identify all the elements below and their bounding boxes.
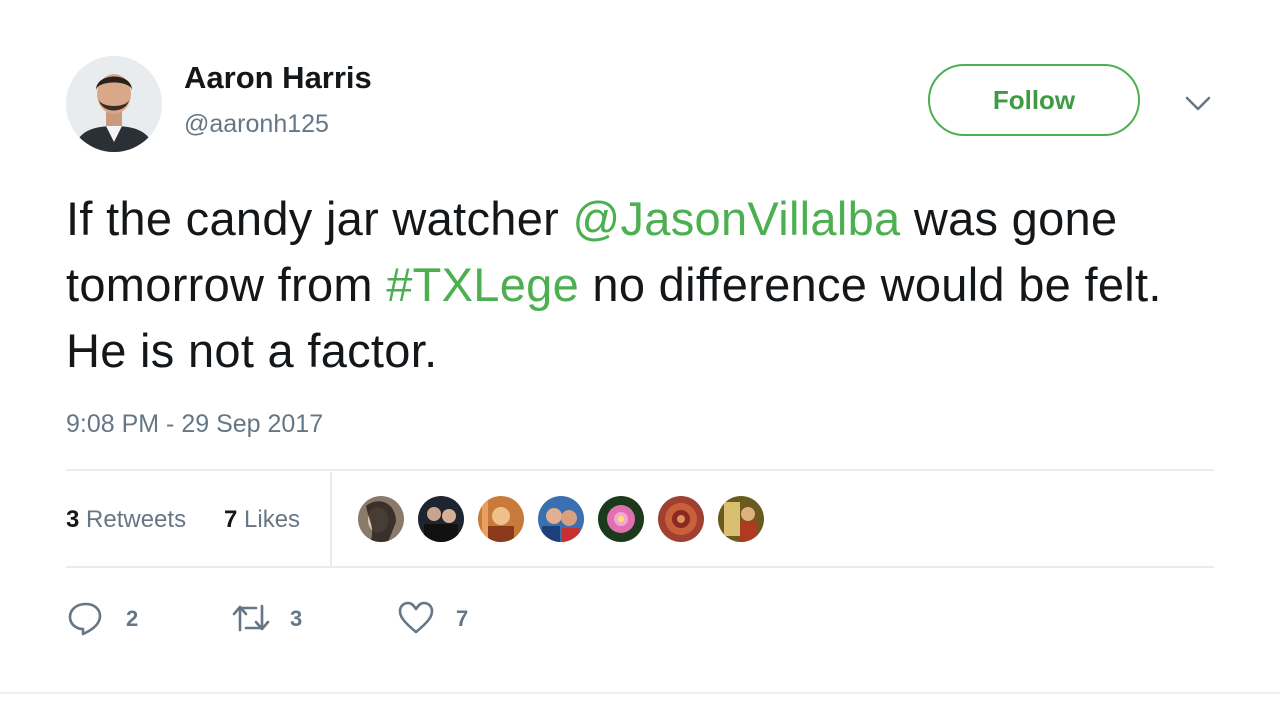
reply-count: 2 xyxy=(126,606,139,631)
tweet-text-segment: If the candy jar watcher xyxy=(66,192,573,245)
tweet-text: If the candy jar watcher @JasonVillalba … xyxy=(66,186,1226,384)
retweets-stat[interactable]: 3 Retweets xyxy=(66,506,186,534)
liker-avatar[interactable] xyxy=(656,494,706,544)
like-count: 7 xyxy=(456,606,469,631)
author-name[interactable]: Aaron Harris xyxy=(184,60,372,96)
reply-icon xyxy=(68,602,102,636)
heart-icon xyxy=(398,601,434,634)
liker-avatar[interactable] xyxy=(596,494,646,544)
hashtag-link[interactable]: #TXLege xyxy=(386,258,579,311)
liker-avatar[interactable] xyxy=(356,494,406,544)
tweet-timestamp[interactable]: 9:08 PM - 29 Sep 2017 xyxy=(66,410,323,439)
retweet-icon xyxy=(232,604,270,632)
divider xyxy=(66,469,1214,471)
stats-separator xyxy=(330,472,332,567)
likes-count: 7 xyxy=(224,506,238,533)
chevron-down-icon[interactable] xyxy=(1182,92,1214,116)
author-avatar[interactable] xyxy=(66,56,162,152)
retweets-label: Retweets xyxy=(86,506,187,533)
retweets-count: 3 xyxy=(66,506,80,533)
reply-button[interactable]: 2 xyxy=(66,596,156,640)
likes-label: Likes xyxy=(244,506,301,533)
retweet-count: 3 xyxy=(290,606,303,631)
author-handle[interactable]: @aaronh125 xyxy=(184,110,329,139)
divider xyxy=(66,566,1214,568)
liker-avatar[interactable] xyxy=(716,494,766,544)
liker-avatar[interactable] xyxy=(536,494,586,544)
liker-avatar[interactable] xyxy=(416,494,466,544)
tweet-stats: 3 Retweets 7 Likes xyxy=(66,472,1214,567)
tweet-card: Aaron Harris @aaronh125 Follow If the ca… xyxy=(0,0,1280,720)
retweet-button[interactable]: 3 xyxy=(230,596,320,640)
mention-link[interactable]: @JasonVillalba xyxy=(572,192,900,245)
follow-button[interactable]: Follow xyxy=(928,64,1140,136)
bottom-divider xyxy=(0,692,1280,694)
likes-stat[interactable]: 7 Likes xyxy=(224,506,300,534)
liker-avatar[interactable] xyxy=(476,494,526,544)
like-button[interactable]: 7 xyxy=(396,596,486,640)
